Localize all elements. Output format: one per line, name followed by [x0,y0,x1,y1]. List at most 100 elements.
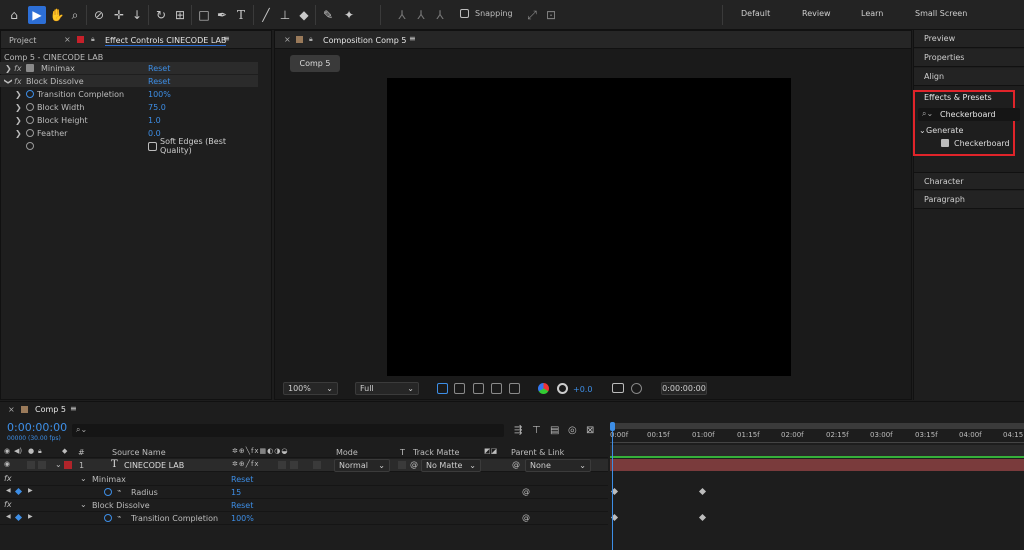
property-value[interactable]: 1.0 [148,116,161,125]
graph-icon[interactable]: ⌁ [117,513,121,521]
effect-row-block-dissolve[interactable]: ❯ fx Block Dissolve Reset [0,75,258,87]
chevron-right-icon[interactable]: ❯ [5,64,12,73]
chevron-down-icon[interactable]: ⌄ [55,460,62,469]
axis-local-icon[interactable]: ⅄ [393,6,411,24]
stopwatch-icon[interactable] [104,514,112,522]
roto-brush-icon[interactable]: ✎ [319,6,337,24]
hand-tool-icon[interactable]: ✋ [48,6,66,24]
chevron-right-icon[interactable]: ❯ [15,129,22,138]
tab-project[interactable]: Project [9,36,36,45]
effect-group-row[interactable]: fx ⌄ Block Dissolve Reset [0,499,608,512]
next-keyframe-icon[interactable]: ▶ [28,513,33,520]
workspace-default[interactable]: Default [741,9,770,18]
chevron-down-icon[interactable]: ⌄ [919,126,926,135]
graph-editor-icon[interactable]: ⊠ [586,425,594,436]
rectangle-tool-icon[interactable]: □ [195,6,213,24]
panel-paragraph[interactable]: Paragraph [914,191,1024,209]
effects-presets-title[interactable]: Effects & Presets [924,93,992,102]
panel-align[interactable]: Align [914,68,1024,86]
axis-view-icon[interactable]: ⅄ [431,6,449,24]
timeline-current-time[interactable]: 0:00:00:00 [7,421,67,434]
draft-3d-icon[interactable]: ⊤ [532,425,541,436]
soft-edges-checkbox[interactable] [148,141,157,151]
effects-search-input[interactable]: ⌕⌄ Checkerboard [918,108,1020,121]
layer-name[interactable]: CINECODE LAB [124,461,184,470]
chevron-right-icon[interactable]: ❯ [15,90,22,99]
workspace-small-screen[interactable]: Small Screen [915,9,967,18]
selection-tool-icon[interactable]: ▶ [28,6,46,24]
playhead-handle[interactable] [610,422,615,431]
exposure-reset-icon[interactable] [557,383,568,394]
comp-subtab[interactable]: Comp 5 [290,55,340,72]
layer-switches[interactable]: ✲⊕╱fx [232,460,260,468]
eye-icon[interactable]: ◉ [4,460,10,468]
reset-link[interactable]: Reset [148,64,170,73]
property-row[interactable]: Soft Edges (Best Quality) [0,137,258,155]
prev-keyframe-icon[interactable]: ◀ [6,487,11,494]
effect-group-row[interactable]: fx ⌄ Minimax Reset [0,473,608,486]
track-matte-dropdown[interactable]: No Matte ⌄ [421,459,481,472]
parent-dropdown[interactable]: None ⌄ [525,459,591,472]
home-icon[interactable]: ⌂ [5,6,23,24]
stopwatch-icon[interactable] [104,488,112,496]
effect-row-minimax[interactable]: ❯ fx Minimax Reset [0,62,258,74]
close-icon[interactable]: × [8,405,15,414]
orbit-camera-icon[interactable]: ⊘ [90,6,108,24]
clone-stamp-icon[interactable]: ⊥ [276,6,294,24]
property-row[interactable]: ❯ Block Height 1.0 [0,114,258,126]
resolution-dropdown[interactable]: Full ⌄ [355,382,419,395]
blend-mode-dropdown[interactable]: Normal ⌄ [334,459,390,472]
chevron-down-icon[interactable]: ❯ [4,78,13,85]
panel-properties[interactable]: Properties [914,49,1024,67]
reset-link[interactable]: Reset [231,475,253,484]
layer-label-color[interactable] [64,461,72,469]
workspace-review[interactable]: Review [802,9,831,18]
prev-keyframe-icon[interactable]: ◀ [6,513,11,520]
property-value[interactable]: 100% [148,90,171,99]
tab-timeline-comp[interactable]: Comp 5 [35,405,66,414]
region-of-interest-icon[interactable] [473,383,484,394]
tab-effect-controls[interactable]: Effect Controls CINECODE LAB [105,36,227,46]
rotation-tool-icon[interactable]: ↻ [152,6,170,24]
property-value[interactable]: 75.0 [148,103,166,112]
color-channels-icon[interactable] [538,383,549,394]
effect-checkerboard[interactable]: Checkerboard [954,139,1010,148]
brush-tool-icon[interactable]: ╱ [257,6,275,24]
transparency-grid-icon[interactable] [454,383,465,394]
keyframe-toggle-icon[interactable] [14,513,23,522]
pan-camera-icon[interactable]: ✛ [110,6,128,24]
property-row[interactable]: ❯ Block Width 75.0 [0,101,258,113]
tab-composition[interactable]: Composition Comp 5 [323,36,407,45]
panel-menu-icon[interactable]: ≡ [223,34,230,43]
expression-pickwhip-icon[interactable]: @ [522,487,530,496]
zoom-dropdown[interactable]: 100% ⌄ [283,382,338,395]
snap-options-icon[interactable]: ⤢ [523,6,541,24]
camera-snapshot-icon[interactable] [612,383,624,393]
puppet-pin-icon[interactable]: ✦ [340,6,358,24]
property-row[interactable]: ◀ ▶ ⌁ Transition Completion 100% @ [0,512,608,525]
eraser-icon[interactable]: ◆ [295,6,313,24]
reset-link[interactable]: Reset [231,501,253,510]
property-row[interactable]: ❯ Transition Completion 100% [0,88,258,100]
zoom-tool-icon[interactable]: ⌕ [66,6,84,24]
close-icon[interactable]: × [64,35,71,44]
current-time-field[interactable]: 0:00:00:00 [661,382,707,395]
panel-character[interactable]: Character [914,172,1024,190]
axis-world-icon[interactable]: ⅄ [412,6,430,24]
keyframe-toggle-icon[interactable] [14,487,23,496]
reset-link[interactable]: Reset [148,77,170,86]
panel-preview[interactable]: Preview [914,30,1024,48]
show-snapshot-icon[interactable] [631,383,642,394]
playhead-line[interactable] [612,431,613,550]
pickwhip-icon[interactable]: @ [410,460,418,469]
panel-menu-icon[interactable]: ≡ [409,34,416,43]
work-area-bar[interactable] [610,423,1024,429]
stopwatch-icon[interactable] [26,129,34,137]
stopwatch-icon[interactable] [26,142,34,150]
header-source-name[interactable]: Source Name [112,448,166,457]
expression-pickwhip-icon[interactable]: @ [522,513,530,522]
fx-icon[interactable]: fx [14,77,22,86]
hide-shy-layers-icon[interactable]: ▤ [550,425,559,436]
pan-behind-tool-icon[interactable]: ⊞ [171,6,189,24]
parent-pickwhip-icon[interactable]: @ [512,460,520,469]
